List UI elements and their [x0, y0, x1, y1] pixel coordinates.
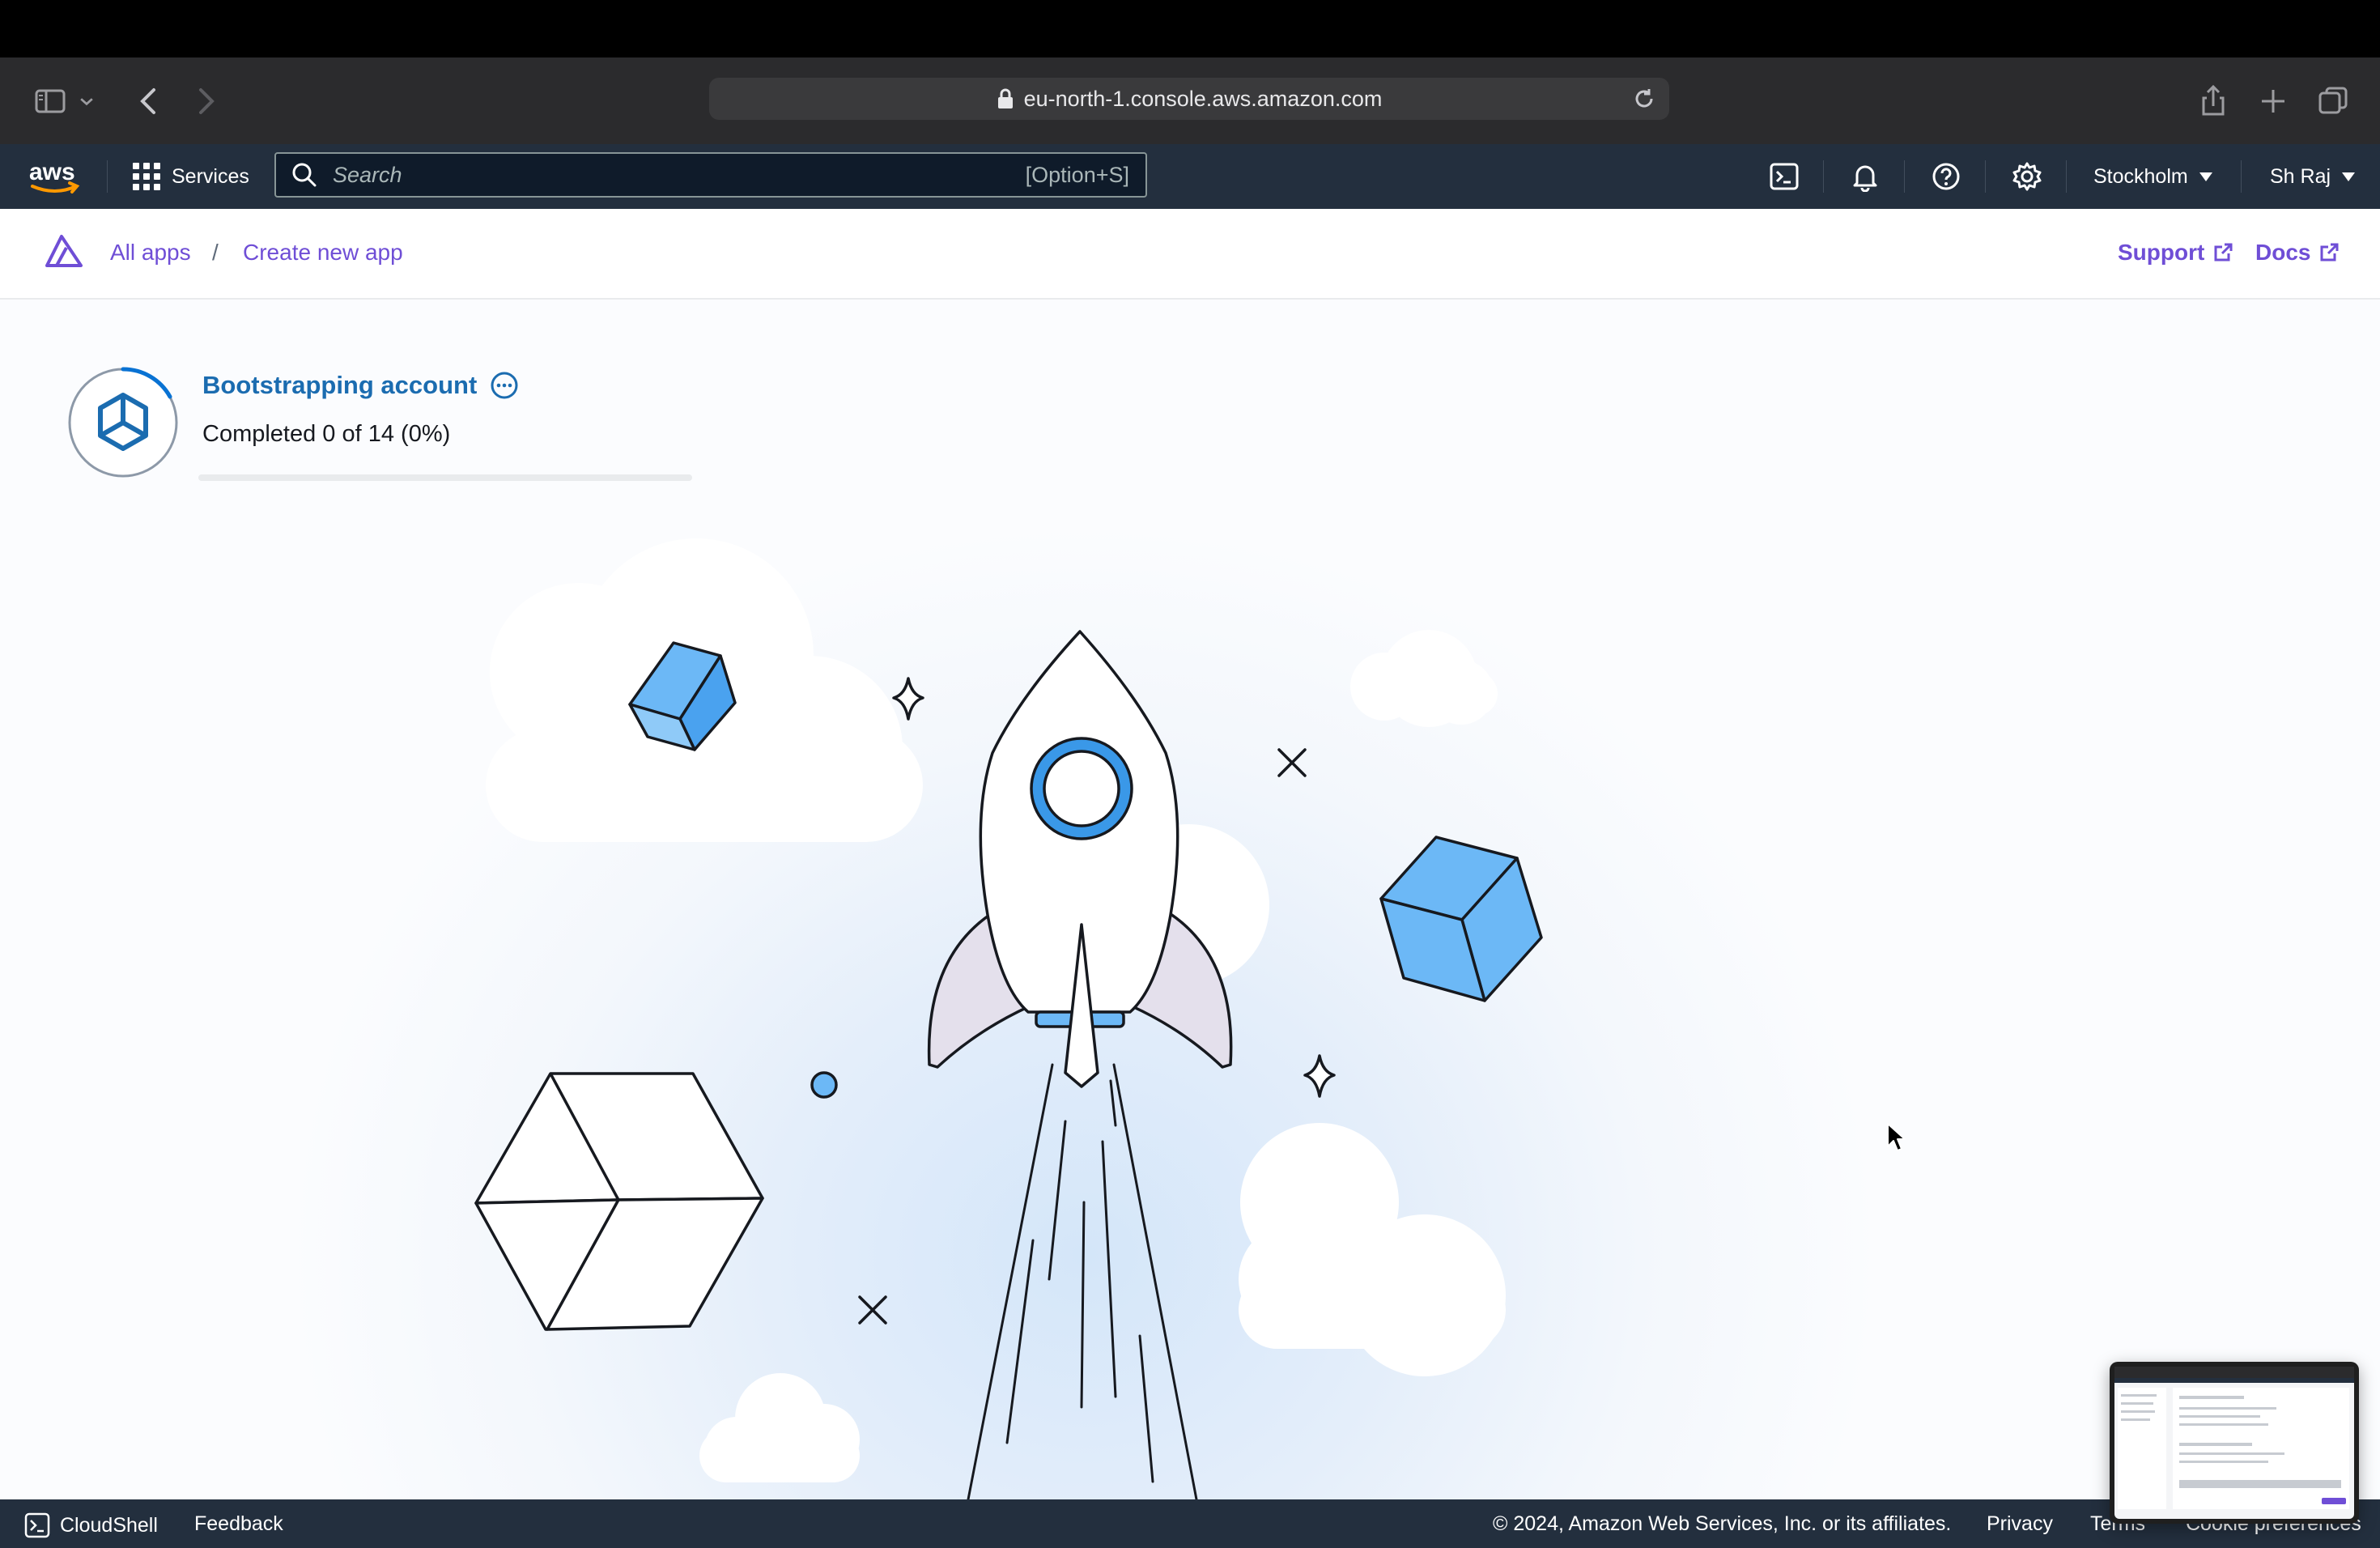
user-label: Sh Raj — [2270, 164, 2331, 188]
url-text: eu-north-1.console.aws.amazon.com — [1023, 86, 1383, 111]
nav-divider — [2066, 160, 2067, 193]
cloud-icon — [699, 1373, 860, 1482]
nav-divider — [1985, 160, 1986, 193]
more-options-icon[interactable] — [490, 371, 519, 400]
caret-down-icon — [2199, 172, 2212, 181]
feedback-link[interactable]: Feedback — [194, 1512, 283, 1536]
privacy-label: Privacy — [1987, 1512, 2053, 1535]
privacy-link[interactable]: Privacy — [1987, 1512, 2053, 1536]
lock-icon — [997, 88, 1013, 108]
services-menu-button[interactable]: Services — [133, 159, 249, 194]
bell-icon[interactable] — [1846, 157, 1885, 196]
nav-divider — [107, 160, 108, 193]
search-input[interactable]: Search [Option+S] — [274, 152, 1147, 198]
tab-overview-icon[interactable] — [2312, 80, 2354, 122]
caret-down-icon — [2342, 172, 2356, 181]
external-link-icon — [2214, 243, 2233, 262]
menu-bar — [0, 0, 2380, 57]
nav-divider — [1823, 160, 1824, 193]
search-shortcut: [Option+S] — [1025, 162, 1129, 187]
breadcrumb-separator: / — [212, 240, 219, 265]
copyright-label: © 2024, Amazon Web Services, Inc. or its… — [1493, 1512, 1952, 1535]
chevron-down-icon[interactable] — [74, 80, 99, 122]
services-label: Services — [172, 164, 249, 188]
status-progress-text: Completed 0 of 14 (0%) — [202, 421, 451, 447]
cloudshell-icon[interactable] — [1765, 157, 1804, 196]
docs-link[interactable]: Docs — [2255, 240, 2340, 266]
nav-divider — [2241, 160, 2242, 193]
gear-icon[interactable] — [2008, 157, 2046, 196]
support-link[interactable]: Support — [2118, 240, 2233, 266]
account-menu[interactable]: Sh Raj — [2270, 162, 2356, 191]
nav-divider — [1904, 160, 1905, 193]
amplify-logo-icon[interactable] — [45, 233, 83, 267]
sidebar-toggle-icon[interactable] — [29, 80, 71, 122]
cloud-icon — [1239, 1123, 1506, 1376]
breadcrumb-create-new-app[interactable]: Create new app — [243, 240, 403, 266]
loading-spinner-icon — [68, 367, 178, 478]
copyright-text: © 2024, Amazon Web Services, Inc. or its… — [1493, 1512, 1951, 1536]
region-selector[interactable]: Stockholm — [2093, 162, 2212, 191]
search-icon — [292, 163, 317, 187]
svg-text:aws: aws — [29, 159, 75, 185]
cloudshell-icon — [24, 1512, 50, 1538]
share-icon[interactable] — [2192, 80, 2234, 122]
app-header: All apps / Create new app Support Docs — [0, 209, 2380, 300]
cloud-icon — [1350, 630, 1498, 727]
search-placeholder: Search — [333, 162, 402, 187]
aws-console-nav: aws Services Search [Option+S] Stockholm… — [0, 144, 2380, 209]
status-title-text: Bootstrapping account — [202, 371, 478, 399]
aws-logo-icon[interactable]: aws — [28, 157, 83, 196]
docs-label: Docs — [2255, 240, 2311, 265]
region-label: Stockholm — [2093, 164, 2188, 188]
new-tab-icon[interactable] — [2252, 80, 2294, 122]
support-label: Support — [2118, 240, 2205, 265]
address-bar[interactable]: eu-north-1.console.aws.amazon.com — [709, 78, 1669, 120]
progress-bar — [198, 474, 692, 481]
cloudshell-footer-button[interactable]: CloudShell — [24, 1512, 158, 1538]
screenshot-thumbnail[interactable] — [2110, 1362, 2359, 1524]
status-title: Bootstrapping account — [202, 371, 519, 400]
grid-icon — [133, 163, 160, 190]
help-icon[interactable] — [1927, 157, 1966, 196]
browser-toolbar: eu-north-1.console.aws.amazon.com — [0, 57, 2380, 145]
back-icon[interactable] — [128, 80, 170, 122]
cloudshell-label: CloudShell — [60, 1513, 158, 1537]
mouse-cursor-icon — [1887, 1123, 1906, 1151]
external-link-icon — [2320, 243, 2339, 262]
reload-icon[interactable] — [1632, 87, 1656, 111]
breadcrumb-all-apps[interactable]: All apps — [110, 240, 191, 266]
main-content: Bootstrapping account Completed 0 of 14 … — [0, 300, 2380, 1499]
feedback-label: Feedback — [194, 1512, 283, 1535]
forward-icon[interactable] — [185, 80, 227, 122]
console-footer: CloudShell Feedback © 2024, Amazon Web S… — [0, 1499, 2380, 1548]
